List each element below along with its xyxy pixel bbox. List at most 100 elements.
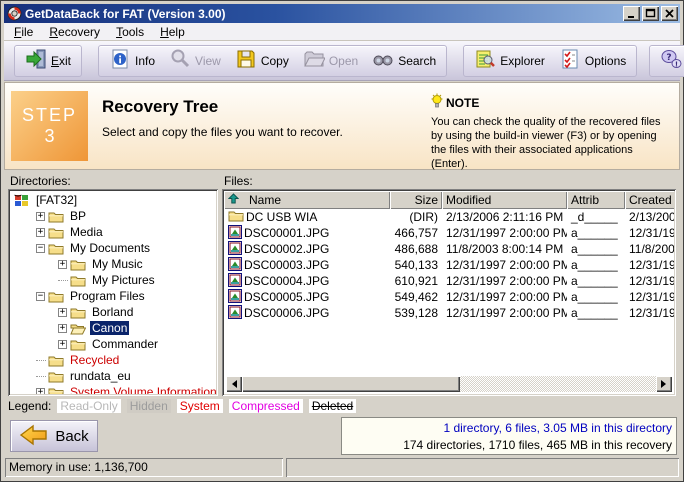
column-header-name[interactable]: Name <box>224 191 390 209</box>
menu-item-help[interactable]: Help <box>152 24 193 40</box>
expand-icon[interactable]: + <box>58 308 67 317</box>
scrollbar-thumb[interactable] <box>242 376 460 392</box>
file-row[interactable]: DSC00004.JPG610,92112/31/1997 2:00:00 PM… <box>224 273 674 289</box>
tree-item-canon[interactable]: +Canon <box>10 320 216 336</box>
files-list: Name SizeModified Attrib Created DC USB WIA… <box>224 191 674 394</box>
expand-icon[interactable]: + <box>36 388 45 395</box>
scrollbar-track[interactable] <box>460 376 656 392</box>
column-header-size[interactable]: Size <box>390 191 442 209</box>
file-row[interactable]: DSC00005.JPG549,46212/31/1997 2:00:00 PM… <box>224 289 674 305</box>
legend-system: System <box>177 399 223 413</box>
maximize-button[interactable] <box>642 6 659 21</box>
file-cell-modified: 2/13/2006 2:11:16 PM <box>442 210 567 224</box>
column-header-created[interactable]: Created <box>625 191 674 209</box>
tree-item-borland[interactable]: + Borland <box>10 304 216 320</box>
scroll-right-button[interactable] <box>656 376 672 392</box>
column-header-label: Attrib <box>571 193 599 207</box>
copy-icon <box>235 48 257 73</box>
svg-text:?: ? <box>667 53 672 63</box>
tree-item-media[interactable]: + Media <box>10 224 216 240</box>
file-cell-created: 11/8/200 <box>625 242 674 256</box>
toolbar-group: Exit <box>14 45 82 77</box>
files-panel: Name SizeModified Attrib Created DC USB WIA… <box>222 189 676 396</box>
step-subtitle: Select and copy the files you want to re… <box>102 125 431 139</box>
expand-icon[interactable]: + <box>36 228 45 237</box>
files-rows: DC USB WIA(DIR)2/13/2006 2:11:16 PM_d___… <box>224 209 674 321</box>
tree-item--fat32-[interactable]: [FAT32] <box>10 192 216 208</box>
menu-item-file[interactable]: File <box>6 24 41 40</box>
tree-item-label: My Documents <box>68 241 152 255</box>
toolbar-exit-button[interactable]: Exit <box>18 47 78 75</box>
stats-recovery-line: 174 directories, 1710 files, 465 MB in t… <box>346 437 672 454</box>
folder-icon <box>48 242 64 255</box>
file-cell-size: 486,688 <box>390 242 442 256</box>
tree-item-commander[interactable]: +Commander <box>10 336 216 352</box>
tree-item-my-music[interactable]: +My Music <box>10 256 216 272</box>
expand-icon[interactable]: + <box>58 324 67 333</box>
file-cell-name: DC USB WIA <box>224 209 390 225</box>
toolbar-copy-button[interactable]: Copy <box>228 47 296 75</box>
tree-item-rundata-eu[interactable]: rundata_eu <box>10 368 216 384</box>
file-cell-modified: 12/31/1997 2:00:00 PM <box>442 226 567 240</box>
folder-open-icon <box>70 322 86 335</box>
back-button[interactable]: Back <box>10 420 98 452</box>
expand-icon[interactable]: + <box>58 260 67 269</box>
file-cell-attrib: a______ <box>567 306 625 320</box>
menu-item-recovery[interactable]: Recovery <box>41 24 108 40</box>
image-file-icon <box>228 225 242 242</box>
file-cell-size: 539,128 <box>390 306 442 320</box>
options-icon <box>559 48 581 73</box>
tree-item-my-documents[interactable]: − My Documents <box>10 240 216 256</box>
tree-item-bp[interactable]: +BP <box>10 208 216 224</box>
minimize-button[interactable] <box>623 6 640 21</box>
status-panel-empty <box>286 458 679 477</box>
expand-icon[interactable]: + <box>58 340 67 349</box>
folder-icon <box>70 258 86 271</box>
file-row[interactable]: DC USB WIA(DIR)2/13/2006 2:11:16 PM_d___… <box>224 209 674 225</box>
image-file-icon <box>228 305 242 322</box>
tree-item-recycled[interactable]: Recycled <box>10 352 216 368</box>
close-button[interactable] <box>661 6 678 21</box>
tree-item-label: Program Files <box>68 289 147 303</box>
file-row[interactable]: DSC00006.JPG539,12812/31/1997 2:00:00 PM… <box>224 305 674 321</box>
toolbar-options-button[interactable]: Options <box>552 47 633 75</box>
toolbar-help-button[interactable]: ?!Help <box>653 47 684 75</box>
stats-box: 1 directory, 6 files, 3.05 MB in this di… <box>341 417 677 455</box>
legend-compressed: Compressed <box>229 399 303 413</box>
file-row[interactable]: DSC00002.JPG486,68811/8/2003 8:00:14 PMa… <box>224 241 674 257</box>
file-name: DSC00003.JPG <box>244 258 329 272</box>
toolbar-explorer-button[interactable]: Explorer <box>467 47 552 75</box>
explorer-icon <box>474 48 496 73</box>
tree-item-my-pictures[interactable]: My Pictures <box>10 272 216 288</box>
directories-label: Directories: <box>8 172 218 189</box>
main-content: Directories: [FAT32]+BP+Media−My Documen… <box>4 170 680 396</box>
menu-item-tools[interactable]: Tools <box>108 24 152 40</box>
help-icon: ?! <box>660 48 682 73</box>
column-header-attrib[interactable]: Attrib <box>567 191 625 209</box>
directory-tree-panel: [FAT32]+BP+Media−My Documents+My MusicMy… <box>8 189 218 396</box>
file-cell-attrib: a______ <box>567 258 625 272</box>
tree-item-label: Borland <box>90 305 135 319</box>
file-name: DC USB WIA <box>246 210 317 224</box>
column-header-modified[interactable]: Modified <box>442 191 567 209</box>
tree-item-label: Media <box>68 225 105 239</box>
collapse-icon[interactable]: − <box>36 244 45 253</box>
file-row[interactable]: DSC00003.JPG540,13312/31/1997 2:00:00 PM… <box>224 257 674 273</box>
file-row[interactable]: DSC00001.JPG466,75712/31/1997 2:00:00 PM… <box>224 225 674 241</box>
tree-item-program-files[interactable]: − Program Files <box>10 288 216 304</box>
horizontal-scrollbar[interactable] <box>226 376 672 392</box>
step-band: STEP 3 Recovery Tree Select and copy the… <box>4 82 680 170</box>
expand-icon[interactable]: + <box>36 212 45 221</box>
collapse-icon[interactable]: − <box>36 292 45 301</box>
tree-connector <box>58 280 68 281</box>
file-cell-modified: 11/8/2003 8:00:14 PM <box>442 242 567 256</box>
file-cell-name: DSC00003.JPG <box>224 257 390 274</box>
scroll-left-button[interactable] <box>226 376 242 392</box>
column-header-label: Name <box>249 193 281 207</box>
open-icon <box>303 48 325 73</box>
tree-item-system-volume-information[interactable]: +System Volume Information <box>10 384 216 394</box>
file-name: DSC00002.JPG <box>244 242 329 256</box>
toolbar-search-button[interactable]: Search <box>365 47 443 75</box>
toolbar-info-button[interactable]: Info <box>102 47 162 75</box>
file-cell-modified: 12/31/1997 2:00:00 PM <box>442 306 567 320</box>
